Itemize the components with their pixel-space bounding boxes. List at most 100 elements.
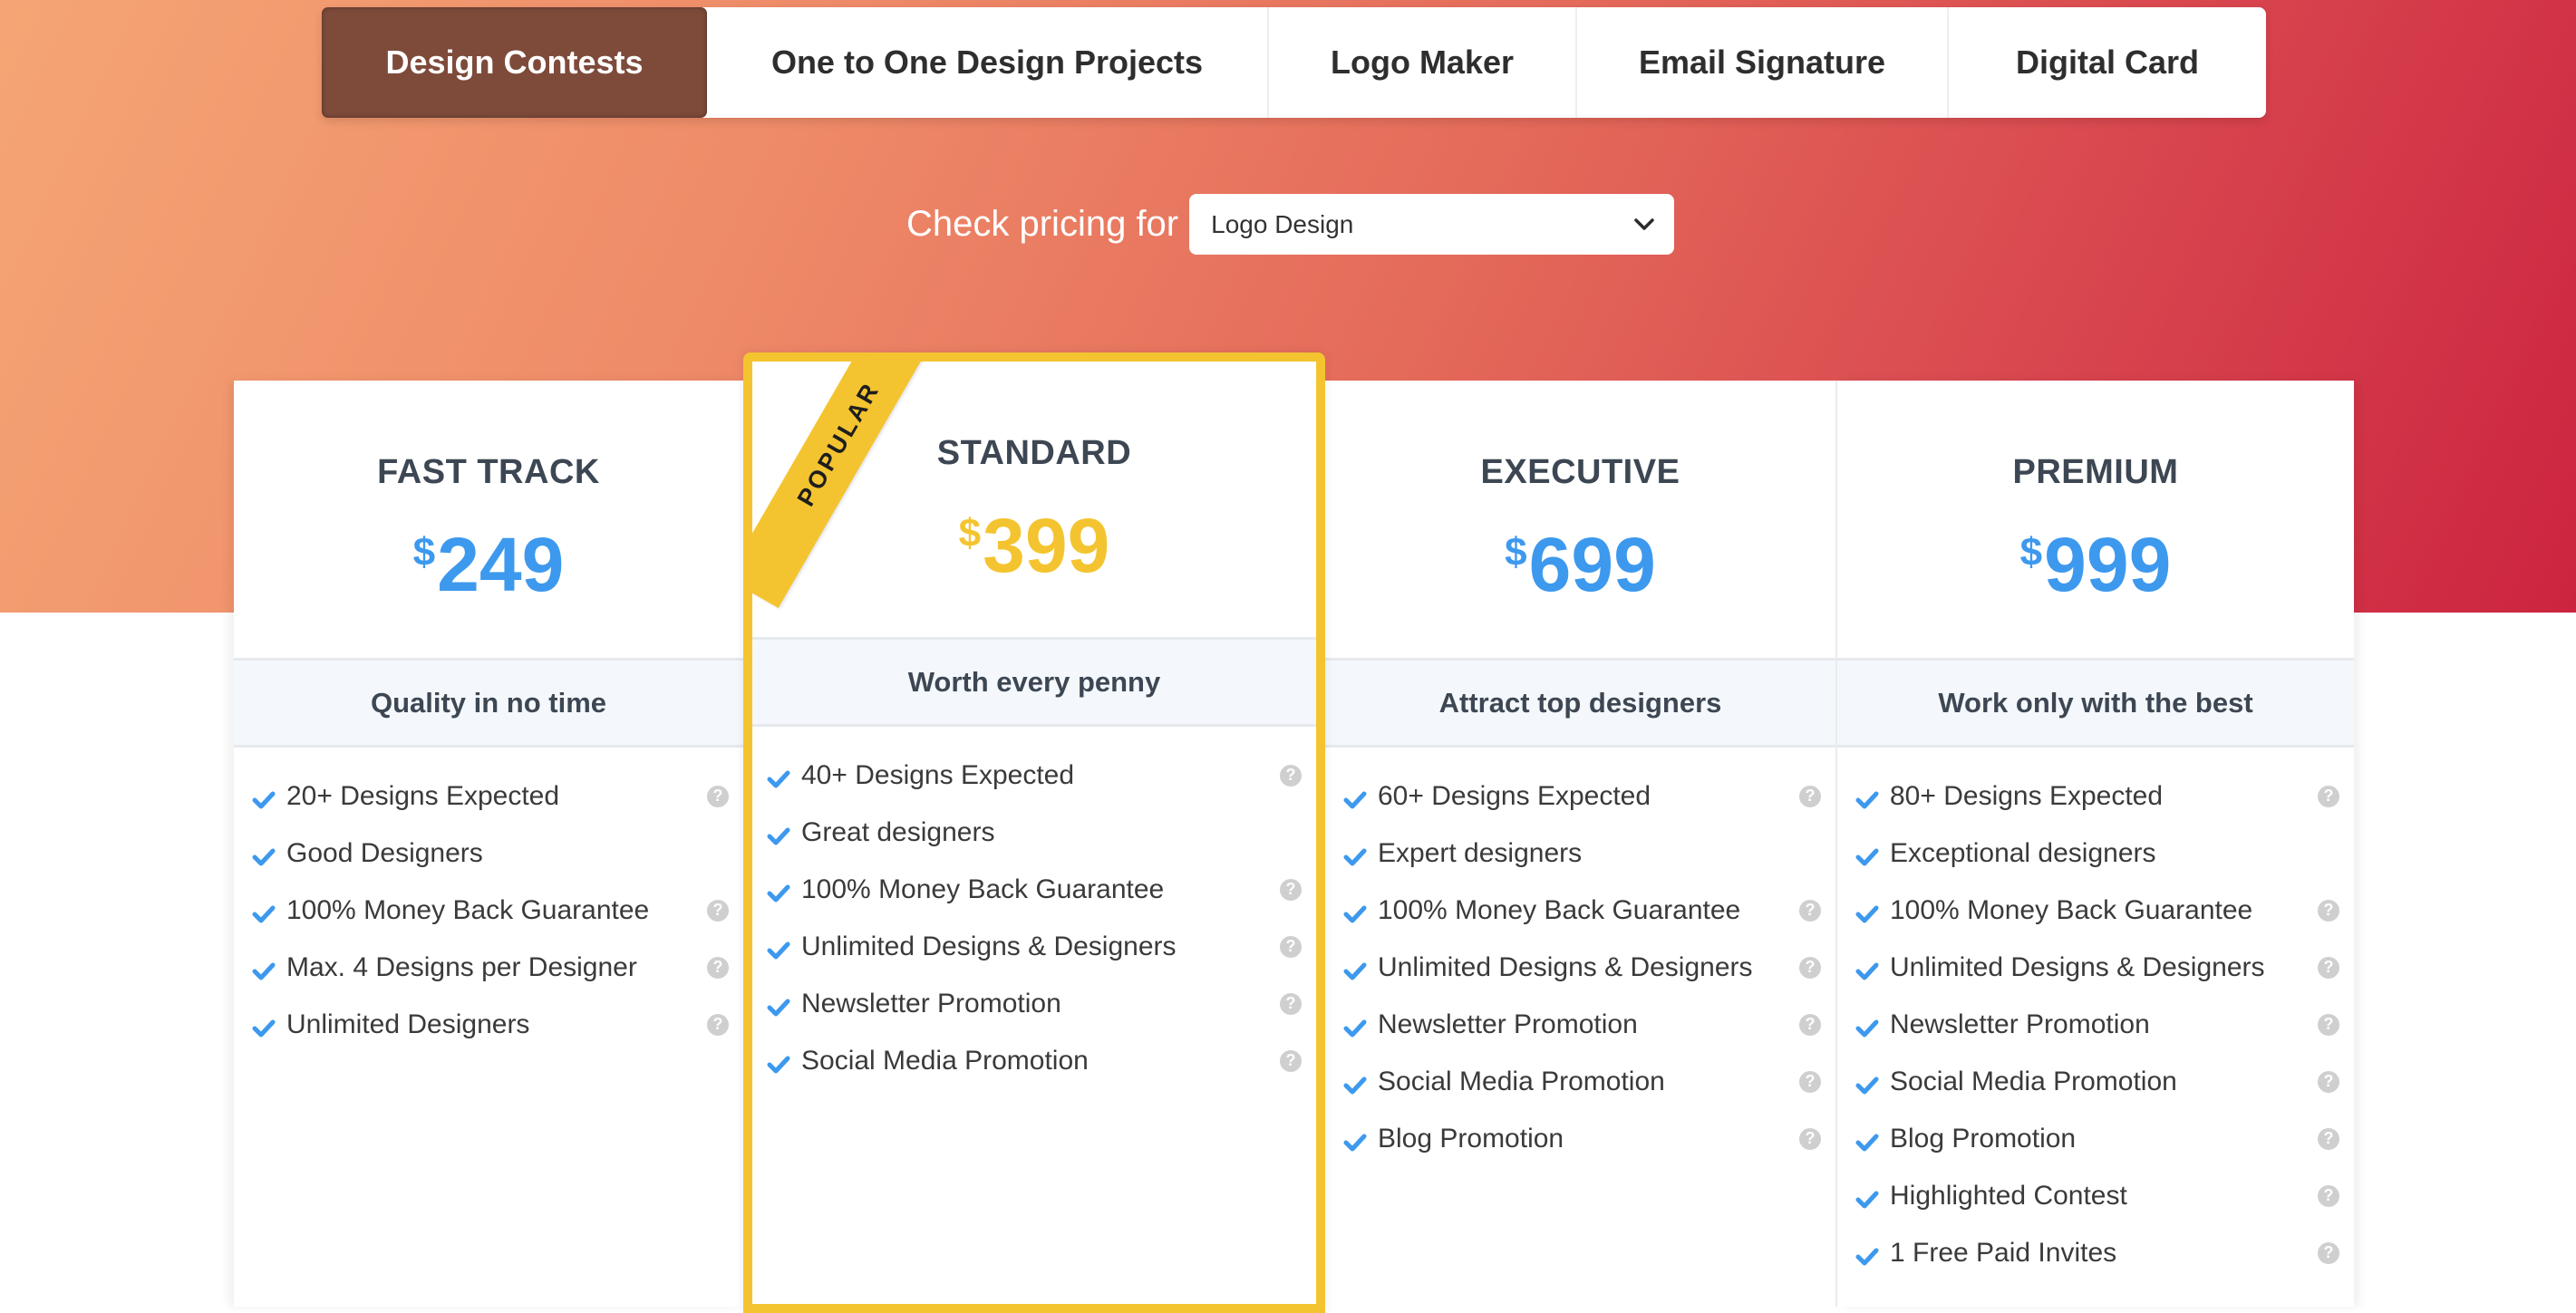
feature-text: Unlimited Designs & Designers [801,931,1177,961]
feature-text: Newsletter Promotion [801,988,1061,1019]
check-icon [1855,1243,1879,1265]
plan-name: PREMIUM [2012,453,2179,491]
service-tabs: Design Contests One to One Design Projec… [322,7,2266,118]
feature-text: 100% Money Back Guarantee [286,894,650,925]
check-icon [767,994,790,1016]
feature-text: 100% Money Back Guarantee [801,874,1165,904]
check-icon [767,880,790,902]
question-circle-icon[interactable]: ? [1799,1013,1821,1036]
check-icon [1343,1015,1367,1037]
category-select[interactable]: Logo Design [1189,194,1675,255]
check-icon [252,787,276,808]
feature-item: 100% Money Back Guarantee ? [1837,882,2354,939]
feature-list: 20+ Designs Expected ? Good Designers ? … [234,748,743,1053]
feature-item: Blog Promotion ? [1325,1110,1835,1167]
question-circle-icon[interactable]: ? [2318,785,2339,807]
question-circle-icon[interactable]: ? [707,956,729,979]
question-circle-icon[interactable]: ? [707,1013,729,1036]
check-icon [1855,1072,1879,1094]
question-circle-icon[interactable]: ? [1799,1070,1821,1093]
price-amount: 249 [437,522,565,607]
check-icon [1855,1015,1879,1037]
plan-tagline: Attract top designers [1325,658,1835,748]
plan-name: STANDARD [936,434,1132,472]
feature-item: 40+ Designs Expected ? [752,747,1316,804]
feature-text: Expert designers [1378,837,1583,868]
price-currency: $ [2019,530,2043,574]
plan-card-fast-track[interactable]: FAST TRACK $249 Quality in no time 20+ Des… [234,381,743,1307]
check-icon [252,844,276,865]
plan-price: $999 [2020,526,2172,603]
tab-logo-maker[interactable]: Logo Maker [1269,7,1577,118]
feature-item: Newsletter Promotion ? [1837,996,2354,1053]
feature-item: Social Media Promotion ? [1325,1053,1835,1110]
feature-text: 20+ Designs Expected [286,780,560,811]
question-circle-icon[interactable]: ? [1799,785,1821,807]
plan-card-premium[interactable]: PREMIUM $999 Work only with the best 80+ D… [1837,381,2354,1307]
question-circle-icon[interactable]: ? [2318,1184,2339,1207]
check-icon [1855,844,1879,865]
check-icon [252,958,276,980]
question-circle-icon[interactable]: ? [1280,1049,1302,1072]
plan-price: $399 [959,507,1110,584]
question-circle-icon[interactable]: ? [707,785,729,807]
question-circle-icon[interactable]: ? [2318,1013,2339,1036]
feature-text: 60+ Designs Expected [1378,780,1651,811]
plan-card-executive[interactable]: EXECUTIVE $699 Attract top designers 60+ D… [1325,381,1837,1307]
tab-design-contests[interactable]: Design Contests [322,7,707,118]
feature-item: Expert designers ? [1325,825,1835,882]
question-circle-icon[interactable]: ? [1799,956,1821,979]
feature-text: 1 Free Paid Invites [1890,1237,2117,1268]
feature-text: Highlighted Contest [1890,1180,2127,1211]
tab-email-signature[interactable]: Email Signature [1577,7,1949,118]
feature-list: 60+ Designs Expected ? Expert designers … [1325,748,1835,1167]
feature-item: Unlimited Designers ? [234,996,743,1053]
question-circle-icon[interactable]: ? [1799,1127,1821,1150]
check-icon [252,1015,276,1037]
question-circle-icon[interactable]: ? [2318,1070,2339,1093]
feature-item: 1 Free Paid Invites ? [1837,1224,2354,1281]
feature-item: 100% Money Back Guarantee ? [1325,882,1835,939]
plan-header: EXECUTIVE $699 [1325,381,1835,658]
feature-text: Great designers [801,816,995,847]
plan-header: FAST TRACK $249 [234,381,743,658]
check-icon [767,937,790,959]
feature-text: Newsletter Promotion [1890,1009,2150,1039]
pricing-selector: Check pricing for Logo Design [906,194,1675,255]
question-circle-icon[interactable]: ? [1799,899,1821,922]
feature-text: Unlimited Designs & Designers [1890,951,2265,982]
feature-text: Unlimited Designs & Designers [1378,951,1753,982]
tab-digital-card[interactable]: Digital Card [1949,7,2266,118]
feature-text: Unlimited Designers [286,1009,530,1039]
question-circle-icon[interactable]: ? [2318,956,2339,979]
feature-item: Great designers ? [752,804,1316,861]
feature-item: Unlimited Designs & Designers ? [1837,939,2354,996]
tab-one-to-one-design-projects[interactable]: One to One Design Projects [707,7,1269,118]
feature-list: 80+ Designs Expected ? Exceptional desig… [1837,748,2354,1281]
check-icon [1343,958,1367,980]
price-amount: 399 [983,503,1110,588]
question-circle-icon[interactable]: ? [1280,764,1302,787]
feature-text: Newsletter Promotion [1378,1009,1638,1039]
plan-tagline: Quality in no time [234,658,743,748]
feature-item: Unlimited Designs & Designers ? [1325,939,1835,996]
check-icon [1855,1186,1879,1208]
plan-card-standard[interactable]: POPULAR STANDARD $399 Worth every penny 40+… [743,352,1325,1313]
feature-list: 40+ Designs Expected ? Great designers ?… [752,727,1316,1089]
question-circle-icon[interactable]: ? [2318,1241,2339,1264]
question-circle-icon[interactable]: ? [1280,935,1302,958]
plan-tagline: Worth every penny [752,637,1316,727]
price-currency: $ [1505,530,1527,574]
plan-tagline: Work only with the best [1837,658,2354,748]
feature-item: Blog Promotion ? [1837,1110,2354,1167]
question-circle-icon[interactable]: ? [1280,992,1302,1015]
check-icon [1855,1129,1879,1151]
question-circle-icon[interactable]: ? [2318,899,2339,922]
plan-price: $699 [1505,526,1656,603]
question-circle-icon[interactable]: ? [1280,878,1302,901]
plan-price: $249 [413,526,565,603]
feature-item: Newsletter Promotion ? [752,975,1316,1032]
question-circle-icon[interactable]: ? [2318,1127,2339,1150]
check-icon [1343,1129,1367,1151]
question-circle-icon[interactable]: ? [707,899,729,922]
